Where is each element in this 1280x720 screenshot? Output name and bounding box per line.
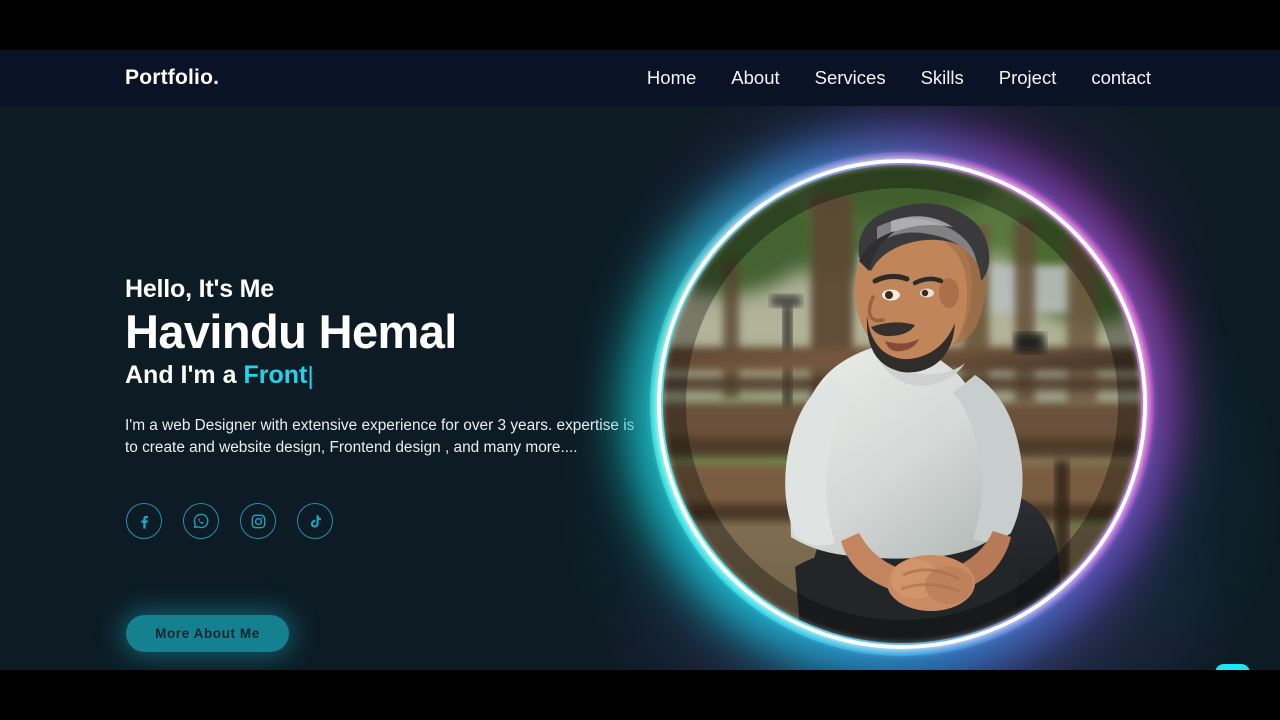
hero-text-block: Hello, It's Me Havindu Hemal And I'm a F… — [125, 275, 655, 459]
instagram-icon — [250, 513, 267, 530]
facebook-icon — [136, 513, 153, 530]
hero-greeting: Hello, It's Me — [125, 275, 275, 303]
profile-photo-container — [627, 129, 1177, 670]
nav-link-services[interactable]: Services — [815, 67, 886, 89]
social-link-whatsapp[interactable] — [183, 503, 219, 539]
hero-role-typed-text: Front — [243, 360, 308, 389]
social-links-group — [126, 503, 333, 539]
social-link-instagram[interactable] — [240, 503, 276, 539]
letterbox-top-bar — [0, 0, 1280, 50]
social-link-facebook[interactable] — [126, 503, 162, 539]
hero-name-heading: Havindu Hemal — [125, 305, 457, 358]
letterbox-bottom-bar — [0, 670, 1280, 720]
tiktok-icon — [307, 513, 324, 530]
photo-ring-white-border — [657, 159, 1147, 649]
hero-section: Hello, It's Me Havindu Hemal And I'm a F… — [0, 106, 1280, 670]
hero-bio-paragraph: I'm a web Designer with extensive experi… — [125, 416, 635, 456]
typing-cursor: | — [307, 361, 314, 390]
hero-role-prefix: And I'm a — [125, 360, 244, 389]
portfolio-page: Portfolio. Home About Services Skills Pr… — [0, 50, 1280, 670]
nav-link-contact[interactable]: contact — [1091, 67, 1151, 89]
browser-screen: Portfolio. Home About Services Skills Pr… — [0, 0, 1280, 720]
social-link-tiktok[interactable] — [297, 503, 333, 539]
nav-link-home[interactable]: Home — [647, 67, 696, 89]
site-brand-logo[interactable]: Portfolio. — [125, 66, 219, 90]
hero-role-line: And I'm a Front| — [125, 361, 655, 390]
whatsapp-icon — [192, 512, 210, 530]
nav-link-about[interactable]: About — [731, 67, 779, 89]
top-navigation-bar: Portfolio. Home About Services Skills Pr… — [0, 50, 1280, 106]
more-about-me-button[interactable]: More About Me — [126, 615, 289, 652]
nav-link-project[interactable]: Project — [999, 67, 1057, 89]
nav-link-skills[interactable]: Skills — [921, 67, 964, 89]
nav-links-group: Home About Services Skills Project conta… — [647, 67, 1151, 89]
